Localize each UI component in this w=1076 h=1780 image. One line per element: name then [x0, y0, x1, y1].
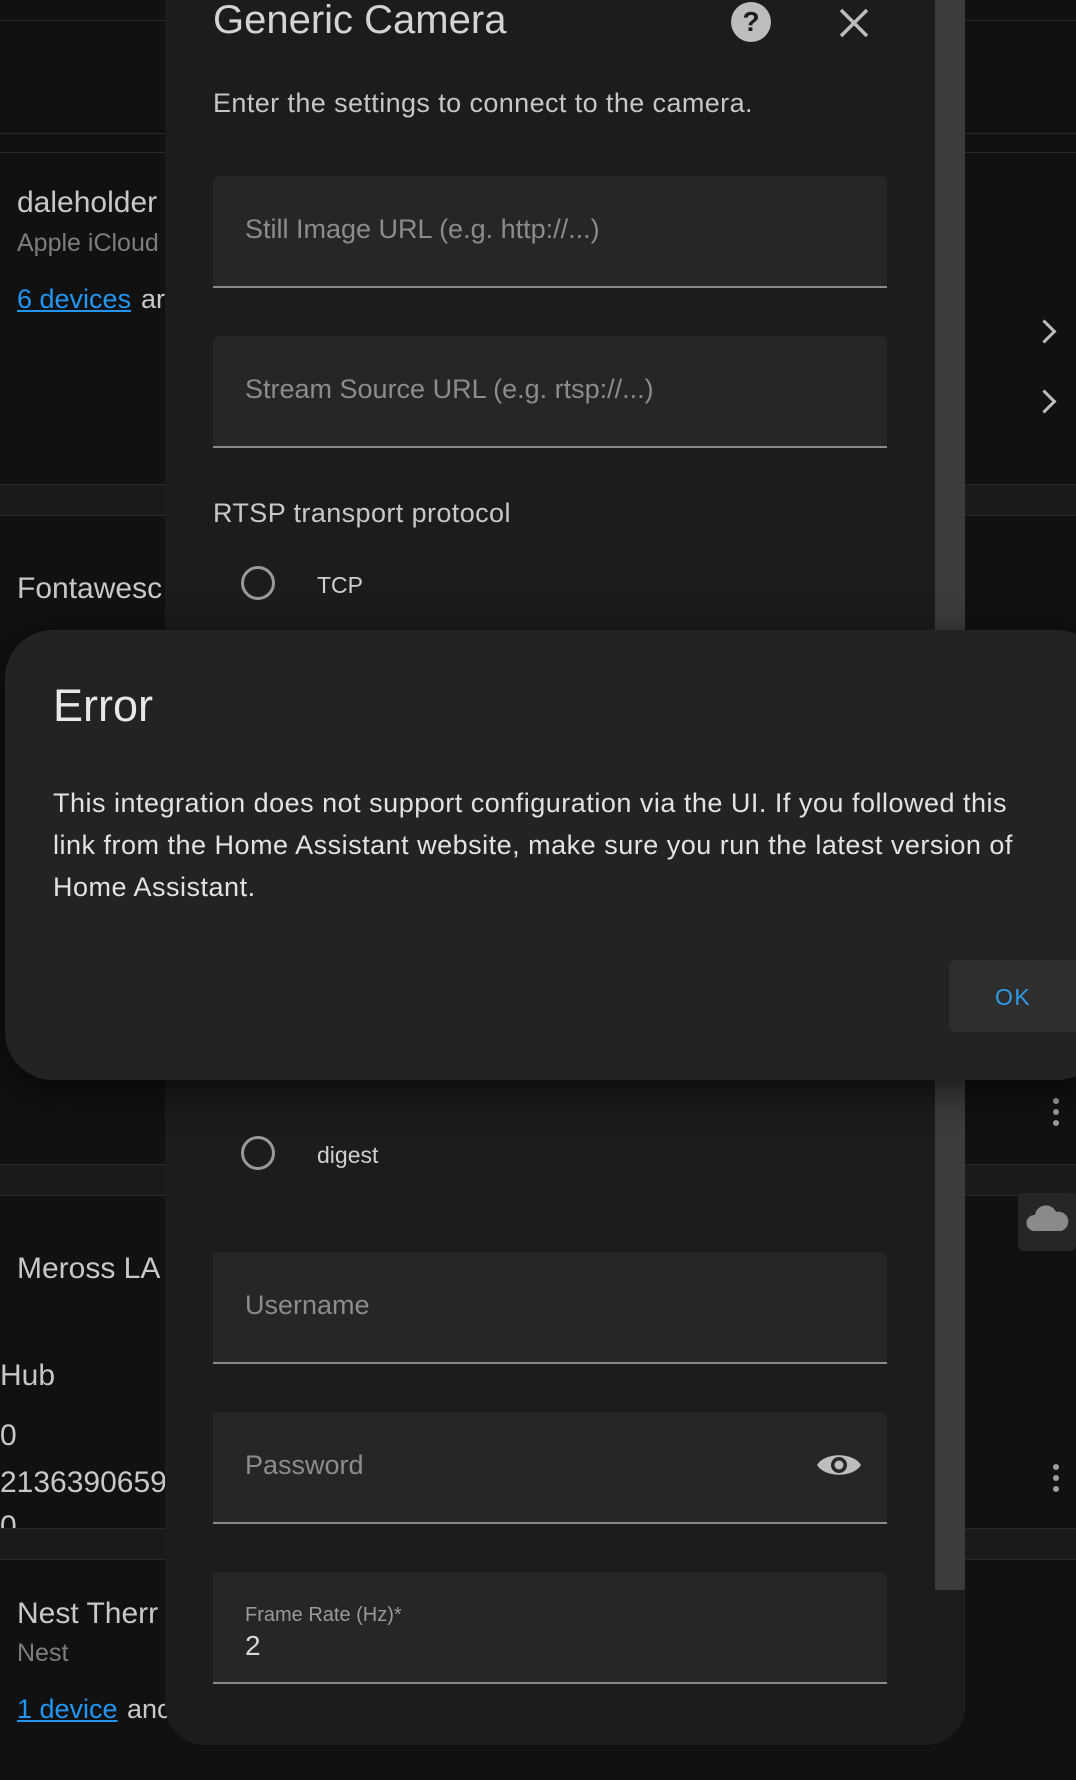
error-message: This integration does not support config…: [53, 788, 1013, 902]
username-field[interactable]: Username: [213, 1252, 887, 1364]
show-password-icon[interactable]: [815, 1448, 863, 1482]
dialog-description: Enter the settings to connect to the cam…: [213, 88, 753, 118]
integration-card-subtitle: Apple iCloud: [17, 229, 159, 257]
integration-card-subtitle: Nest: [17, 1639, 69, 1667]
link-suffix: anc: [127, 1694, 171, 1724]
overflow-menu-icon[interactable]: [1053, 1098, 1059, 1131]
radio-label-digest: digest: [317, 1142, 379, 1168]
still-image-url-field[interactable]: Still Image URL (e.g. http://...): [213, 176, 887, 288]
entity-label: Hub: [0, 1359, 56, 1392]
ok-button[interactable]: OK: [949, 960, 1076, 1032]
ok-button-label: OK: [995, 984, 1032, 1010]
stream-source-url-field[interactable]: Stream Source URL (e.g. rtsp://...): [213, 336, 887, 448]
field-placeholder: Password: [245, 1450, 364, 1480]
cloud-badge: [1018, 1193, 1076, 1251]
integration-card-title[interactable]: daleholder: [17, 186, 157, 220]
error-title: Error: [53, 680, 153, 731]
dialog-title: Generic Camera: [213, 0, 507, 42]
devices-link[interactable]: 1 device: [17, 1694, 118, 1725]
chevron-right-icon[interactable]: [1032, 319, 1057, 344]
clipped-row: 0: [0, 1510, 165, 1528]
svg-text:?: ?: [742, 6, 759, 37]
radio-tcp[interactable]: [241, 566, 275, 600]
radio-digest[interactable]: [241, 1136, 275, 1170]
frame-rate-field[interactable]: Frame Rate (Hz)* 2: [213, 1572, 887, 1684]
link-suffix: ar: [141, 284, 166, 314]
integration-card-title[interactable]: Fontawesc: [17, 572, 162, 606]
integration-card-title[interactable]: Nest Therr: [17, 1597, 158, 1631]
field-placeholder: Still Image URL (e.g. http://...): [245, 214, 600, 244]
radio-label-tcp: TCP: [317, 572, 363, 598]
error-dialog: Error This integration does not support …: [5, 630, 1076, 1080]
chevron-right-icon[interactable]: [1032, 389, 1057, 414]
overflow-menu-icon[interactable]: [1053, 1464, 1059, 1497]
cloud-icon: [1026, 1205, 1069, 1231]
scrollbar-thumb[interactable]: [935, 1590, 965, 1745]
close-icon[interactable]: [837, 6, 871, 40]
field-placeholder: Username: [245, 1290, 370, 1320]
entity-value: 0: [0, 1419, 17, 1452]
entity-value: 2136390659: [0, 1466, 167, 1499]
help-icon[interactable]: ?: [729, 0, 773, 44]
entity-value: 0: [0, 1510, 17, 1528]
integration-card-title[interactable]: Meross LA: [17, 1252, 160, 1286]
field-value: 2: [245, 1630, 261, 1661]
password-field[interactable]: Password: [213, 1412, 887, 1524]
devices-link[interactable]: 6 devices: [17, 284, 131, 315]
field-placeholder: Stream Source URL (e.g. rtsp://...): [245, 374, 654, 404]
rtsp-protocol-label: RTSP transport protocol: [213, 498, 511, 528]
field-label: Frame Rate (Hz)*: [245, 1604, 402, 1626]
